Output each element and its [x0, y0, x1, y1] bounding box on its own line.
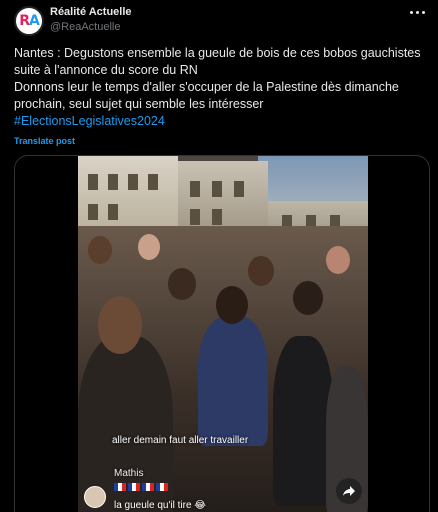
- author-handle[interactable]: @ReaActuelle: [50, 20, 132, 35]
- france-flag-icon: [142, 483, 154, 492]
- more-icon[interactable]: [410, 8, 426, 18]
- flag-emojis: [114, 482, 170, 493]
- post-line: prochain, seul sujet qui semble les inté…: [14, 97, 264, 111]
- commenter-name: Mathis: [114, 468, 144, 479]
- comment-text: la gueule qu'il tire 😂: [114, 500, 206, 511]
- post-line: Donnons leur le temps d'aller s'occuper …: [14, 80, 399, 94]
- author-info: Réalité Actuelle @ReaActuelle: [50, 5, 132, 35]
- share-button[interactable]: [336, 478, 362, 504]
- avatar[interactable]: RA: [14, 6, 44, 36]
- video-player[interactable]: aller demain faut aller travailler Mathi…: [78, 156, 368, 512]
- translate-post-link[interactable]: Translate post: [14, 136, 75, 146]
- author-display-name[interactable]: Réalité Actuelle: [50, 5, 132, 20]
- hashtag-link[interactable]: #ElectionsLegislatives2024: [14, 113, 428, 130]
- france-flag-icon: [156, 483, 168, 492]
- france-flag-icon: [128, 483, 140, 492]
- avatar-letter-r: R: [19, 13, 30, 29]
- post-line: suite à l'annonce du score du RN: [14, 63, 198, 77]
- video-comment: Mathis la gueule qu'il tire 😂: [84, 464, 364, 512]
- post-header: RA Réalité Actuelle @ReaActuelle: [14, 4, 426, 38]
- share-icon: [343, 486, 355, 496]
- france-flag-icon: [114, 483, 126, 492]
- post-line: Nantes : Degustons ensemble la gueule de…: [14, 46, 421, 60]
- commenter-avatar: [84, 486, 106, 508]
- post-body: Nantes : Degustons ensemble la gueule de…: [14, 45, 428, 130]
- media-container[interactable]: aller demain faut aller travailler Mathi…: [14, 155, 430, 512]
- video-caption: aller demain faut aller travailler: [112, 435, 249, 446]
- avatar-letter-a: A: [28, 13, 40, 29]
